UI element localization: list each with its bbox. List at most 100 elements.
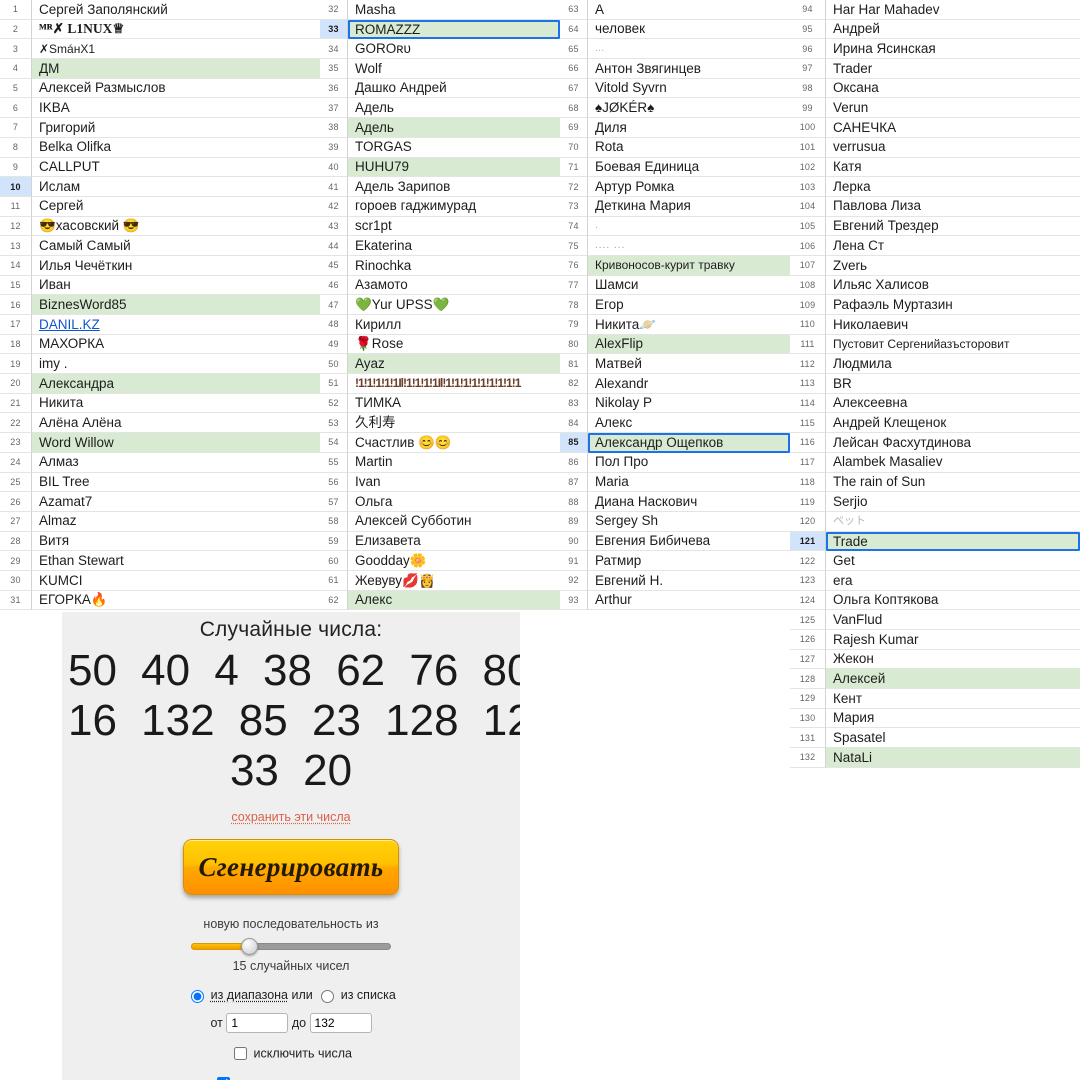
table-row[interactable]: 124 Ольга Коптякова <box>790 590 1080 611</box>
table-row[interactable]: 123 era <box>790 570 1080 591</box>
name-cell[interactable]: BR <box>826 374 1080 394</box>
table-row[interactable]: 120 ペット <box>790 511 1080 532</box>
name-cell[interactable]: Trader <box>826 59 1080 79</box>
row-number[interactable]: 98 <box>790 78 826 99</box>
name-cell[interactable]: Самый Самый <box>32 236 320 256</box>
table-row[interactable]: 65... <box>560 39 790 60</box>
name-cell[interactable]: ДМ <box>32 59 320 79</box>
table-row[interactable]: 32 Masha <box>320 0 560 20</box>
name-cell[interactable]: Александр Ощепков <box>588 433 790 453</box>
row-number[interactable]: 46 <box>320 275 348 296</box>
row-number[interactable]: 28 <box>0 531 32 552</box>
table-row[interactable]: 100 САНЕЧКА <box>790 118 1080 138</box>
row-number[interactable]: 103 <box>790 177 826 197</box>
name-cell[interactable]: Alambek Masaliev <box>826 453 1080 473</box>
row-number[interactable]: 36 <box>320 78 348 99</box>
table-row[interactable]: 103 Лерка <box>790 177 1080 197</box>
name-cell[interactable]: гороев гаджимурад <box>348 197 560 217</box>
row-number[interactable]: 63 <box>560 0 588 20</box>
name-cell[interactable]: Serjio <box>826 492 1080 512</box>
table-row[interactable]: 55 Martin <box>320 452 560 473</box>
generate-button[interactable]: Сгенерировать <box>183 839 399 896</box>
name-cell[interactable]: Рафаэль Муртазин <box>826 295 1080 315</box>
name-cell[interactable]: scr1pt <box>348 217 560 237</box>
table-row[interactable]: 131 Spasatel <box>790 728 1080 749</box>
table-row[interactable]: 96 Ирина Ясинская <box>790 39 1080 60</box>
row-number[interactable]: 27 <box>0 511 32 532</box>
row-number[interactable]: 85 <box>560 433 588 453</box>
row-number[interactable]: 120 <box>790 511 826 532</box>
row-number[interactable]: 109 <box>790 295 826 315</box>
table-row[interactable]: 20 Александра <box>0 374 320 394</box>
row-number[interactable]: 123 <box>790 570 826 591</box>
table-row[interactable]: 105 Евгений Трездер <box>790 216 1080 237</box>
table-row[interactable]: 19 imy . <box>0 354 320 375</box>
row-number[interactable]: 131 <box>790 728 826 749</box>
table-row[interactable]: 125 VanFlud <box>790 610 1080 630</box>
table-row[interactable]: 86 Пол Про <box>560 452 790 473</box>
table-row[interactable]: 97 Trader <box>790 59 1080 79</box>
table-row[interactable]: 119 Serjio <box>790 492 1080 512</box>
row-number[interactable]: 105 <box>790 216 826 237</box>
row-number[interactable]: 34 <box>320 39 348 60</box>
name-cell[interactable]: BIL Tree <box>32 473 320 493</box>
table-row[interactable]: 94 Har Har Mahadev <box>790 0 1080 20</box>
table-row[interactable]: 69 Диля <box>560 118 790 138</box>
name-cell[interactable]: Rinochka <box>348 256 560 276</box>
name-cell[interactable]: Александра <box>32 374 320 394</box>
table-row[interactable]: 98 Оксана <box>790 78 1080 99</box>
name-cell[interactable]: Диля <box>588 118 790 138</box>
table-row[interactable]: 58 Алексей Субботин <box>320 511 560 532</box>
row-number[interactable]: 57 <box>320 492 348 512</box>
name-cell[interactable]: Goodday🌼 <box>348 551 560 571</box>
table-row[interactable]: 25 BIL Tree <box>0 472 320 493</box>
row-number[interactable]: 77 <box>560 275 588 296</box>
row-number[interactable]: 72 <box>560 177 588 197</box>
name-cell[interactable]: Антон Звягинцев <box>588 59 790 79</box>
row-number[interactable]: 61 <box>320 570 348 591</box>
table-row[interactable]: 54 Счастлив 😊😊 <box>320 433 560 453</box>
exclude-numbers-checkbox[interactable] <box>234 1047 248 1061</box>
row-number[interactable]: 49 <box>320 334 348 355</box>
name-cell[interactable]: KUMCI <box>32 571 320 591</box>
name-cell[interactable]: Лерка <box>826 177 1080 197</box>
table-row[interactable]: 126 Rajesh Kumar <box>790 630 1080 650</box>
row-number[interactable]: 82 <box>560 374 588 394</box>
row-number[interactable]: 31 <box>0 590 32 611</box>
name-cell[interactable]: Алексей Субботин <box>348 512 560 532</box>
row-number[interactable]: 83 <box>560 393 588 414</box>
name-cell[interactable]: Илья Чечёткин <box>32 256 320 276</box>
table-row[interactable]: 13 Самый Самый <box>0 236 320 256</box>
name-cell[interactable]: Сергей <box>32 197 320 217</box>
row-number[interactable]: 21 <box>0 393 32 414</box>
name-cell[interactable]: Иван <box>32 276 320 296</box>
table-row[interactable]: 84 Алекс <box>560 413 790 434</box>
row-number[interactable]: 38 <box>320 118 348 138</box>
table-row[interactable]: 10 Ислам <box>0 177 320 197</box>
name-cell[interactable]: Алекс <box>348 590 560 611</box>
row-number[interactable]: 73 <box>560 196 588 217</box>
row-number[interactable]: 47 <box>320 295 348 315</box>
row-number[interactable]: 56 <box>320 472 348 493</box>
row-number[interactable]: 122 <box>790 551 826 571</box>
table-row[interactable]: 2 ᴹᴿ✗ L1NUX♕ <box>0 19 320 40</box>
name-cell[interactable]: Евгений Н. <box>588 571 790 591</box>
name-cell[interactable]: Кривоносов-курит травку <box>588 255 790 276</box>
row-number[interactable]: 17 <box>0 315 32 335</box>
row-number[interactable]: 132 <box>790 748 826 768</box>
table-row[interactable]: 112 Людмила <box>790 354 1080 375</box>
name-cell[interactable]: ROMAZZZ <box>348 19 560 40</box>
table-row[interactable]: 73 Деткина Мария <box>560 196 790 217</box>
row-number[interactable]: 25 <box>0 472 32 493</box>
table-row[interactable]: 81 Матвей <box>560 354 790 375</box>
table-row[interactable]: 121 Trade <box>790 531 1080 552</box>
name-cell[interactable]: Мария <box>826 709 1080 729</box>
name-cell[interactable]: Андрей Клещенок <box>826 413 1080 434</box>
row-number[interactable]: 10 <box>0 177 32 197</box>
table-row[interactable]: 87 Maria <box>560 472 790 493</box>
table-row[interactable]: 9 CALLPUT <box>0 157 320 178</box>
name-cell[interactable]: Rajesh Kumar <box>826 630 1080 650</box>
row-number[interactable]: 29 <box>0 551 32 571</box>
row-number[interactable]: 8 <box>0 137 32 158</box>
slider-thumb[interactable] <box>241 938 258 956</box>
